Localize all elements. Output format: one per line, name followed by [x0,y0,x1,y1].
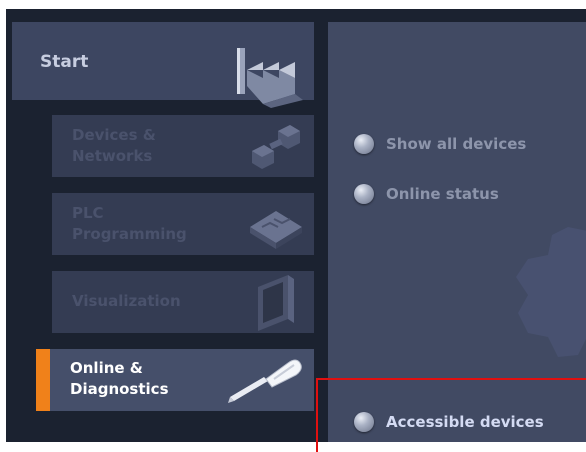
show-all-devices-button[interactable]: Show all devices [354,134,526,154]
hmi-panel-icon [258,275,294,331]
show-all-devices-label: Show all devices [386,135,527,153]
bullet-icon [354,184,374,204]
plc-programming-icon [250,211,302,249]
nav-plc-programming-button[interactable]: PLC Programming [52,193,314,255]
bullet-icon [354,412,374,432]
devices-networks-icon [252,125,300,169]
nav-start-button[interactable]: Start [12,22,314,108]
accessible-devices-button[interactable]: Accessible devices [354,412,544,432]
screwdriver-icon [228,359,302,403]
actions-panel: Show all devices Online status Accessibl… [328,22,586,442]
nav-devices-networks-button[interactable]: Devices & Networks [52,115,314,177]
nav-visualization-label: Visualization [72,292,181,310]
online-status-label: Online status [386,185,499,203]
nav-online-diagnostics-button[interactable]: Online & Diagnostics [36,349,314,411]
active-indicator [36,349,50,411]
nav-online-diagnostics-label: Online & Diagnostics [70,359,169,398]
bullet-icon [354,134,374,154]
online-status-button[interactable]: Online status [354,184,499,204]
nav-start-label: Start [40,52,89,72]
gear-watermark-icon [516,227,586,357]
nav-visualization-button[interactable]: Visualization [52,271,314,333]
nav-plc-programming-label: PLC Programming [72,204,187,243]
portal-view: Start Devices & Networks PLC Programming [6,9,586,442]
factory-icon [237,48,303,108]
accessible-devices-label: Accessible devices [386,413,544,431]
nav-devices-networks-label: Devices & Networks [72,126,156,165]
